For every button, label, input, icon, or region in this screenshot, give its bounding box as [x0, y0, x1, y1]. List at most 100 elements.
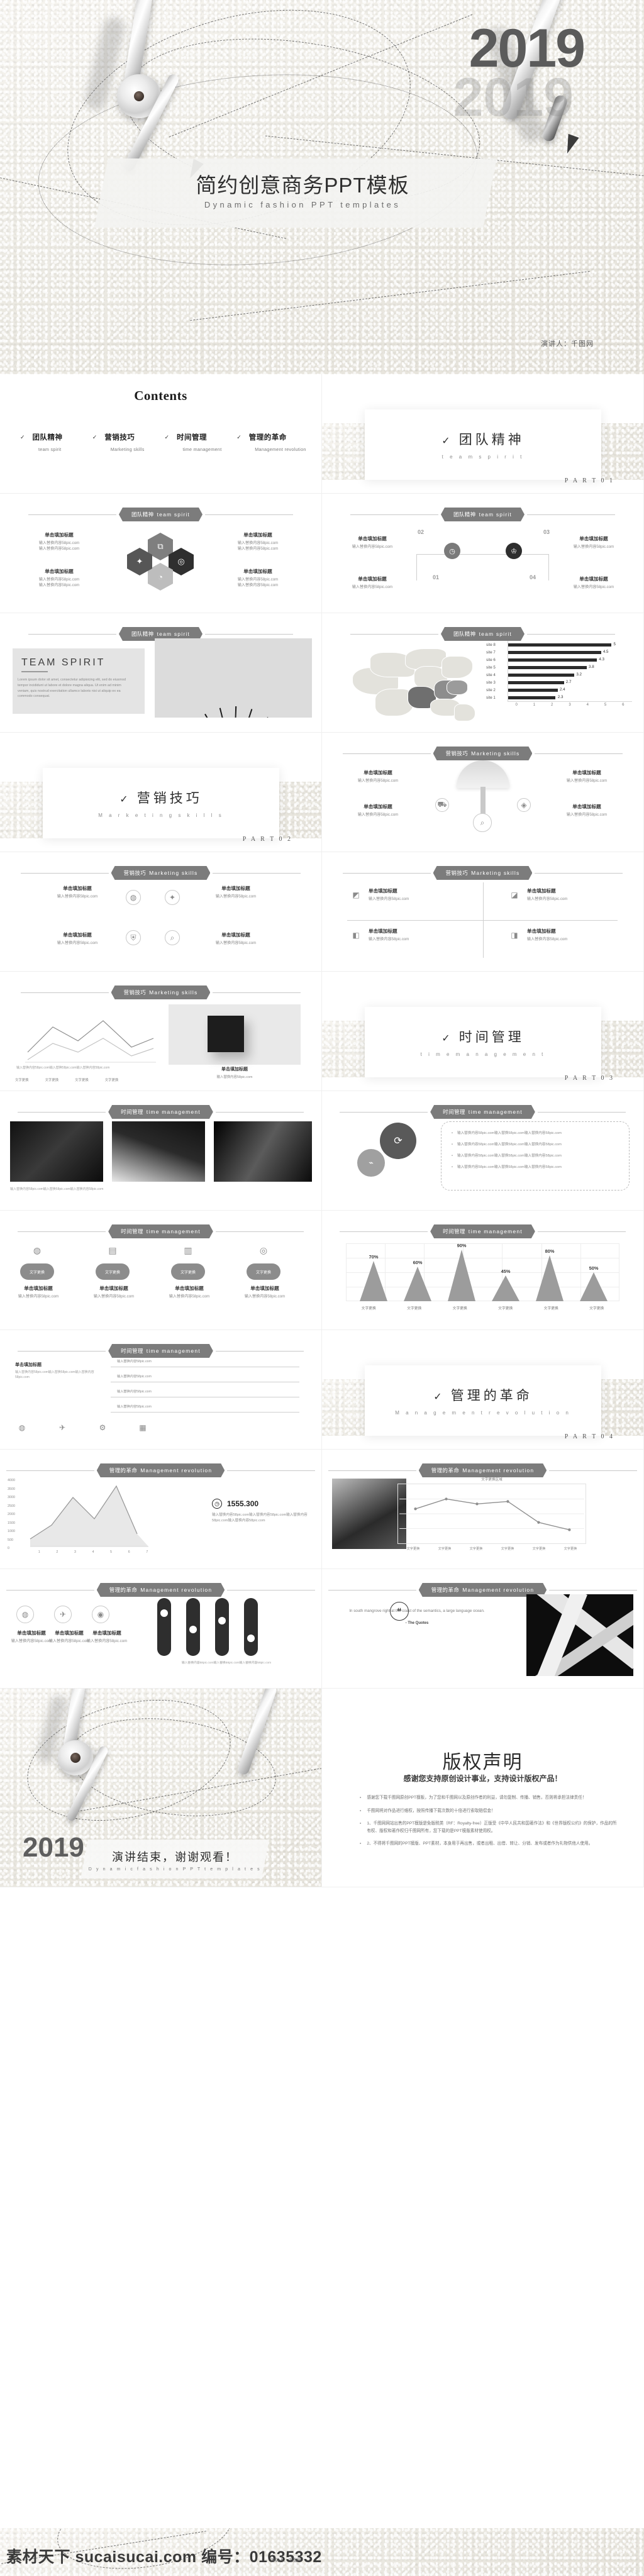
contents-item-label: 团队精神 — [32, 434, 63, 441]
plane-icon[interactable]: ✈ — [55, 1421, 69, 1435]
cart-icon[interactable]: ⛟ — [435, 798, 449, 812]
pill-button-1[interactable]: 文字更换 — [20, 1263, 54, 1280]
headset-icon[interactable]: ◎ — [255, 1242, 272, 1258]
china-map — [347, 645, 492, 725]
tag-rule — [28, 514, 116, 515]
tag-icon[interactable]: ◈ — [517, 798, 531, 812]
pill-button-2[interactable]: 文字更换 — [96, 1263, 130, 1280]
axis-label: 文字更换 — [543, 1307, 558, 1311]
slide-time-photos[interactable]: 时间管理 time management 输入替换内容58pic.com输入替换5… — [0, 1091, 322, 1211]
slide-contents[interactable]: Contents ✓ 团队精神 team spirit ✓ 营销技巧 Marketi… — [0, 374, 322, 494]
axis-tick: 2 — [551, 703, 553, 707]
contents-item[interactable]: ✓ 时间管理 time management — [164, 432, 237, 453]
tag-label-cn: 管理的革命 — [431, 1467, 460, 1474]
slider-track-1[interactable] — [157, 1598, 171, 1656]
slide-revolution-kpi[interactable]: 管理的革命 Management revolution 4000 3500 300… — [0, 1450, 322, 1569]
slide-time-mountain-chart[interactable]: 时间管理 time management 70% 60% 90% 45% 80%… — [322, 1211, 644, 1330]
section-subtitle: M a n a g e m e n t r e v o l u t i o n — [395, 1410, 571, 1416]
quad-icon-3[interactable]: ◧ — [350, 929, 362, 941]
bar-value: 2.3 — [557, 695, 564, 699]
slide-team-process[interactable]: 团队精神 team spirit ◷ ♔ 02 03 01 04 单击填加标题 输… — [322, 494, 644, 613]
check-icon: ✓ — [433, 1392, 445, 1402]
team-spirit-body: Lorem ipsum dolor sit amet, consectetur … — [18, 678, 126, 699]
map-region — [441, 656, 473, 679]
slide-revolution-pills[interactable]: 管理的革命 Management revolution ◍ ✈ ◉ 单击填加标题 … — [0, 1569, 322, 1689]
bulb-icon[interactable]: ◍ — [15, 1421, 29, 1435]
compass-icon[interactable]: ◉ — [92, 1606, 109, 1623]
slide-marketing-quadrants[interactable]: 营销技巧 Marketing skills ◩ ◪ ◧ ◨ 单击填加标题 输入替换… — [322, 852, 644, 972]
bulb-icon[interactable]: ◍ — [126, 890, 141, 905]
process-icon-2[interactable]: ♔ — [506, 543, 522, 559]
quad-icon-1[interactable]: ◩ — [350, 889, 362, 901]
slide-marketing-linechart[interactable]: 营销技巧 Marketing skills 输入替换内容58pic.com输入替换… — [0, 972, 322, 1091]
tag-label-en: Marketing skills — [149, 989, 198, 996]
tag-label-cn: 管理的革命 — [109, 1587, 138, 1593]
quad-icon-4[interactable]: ◨ — [508, 929, 521, 941]
book-icon[interactable]: ▤ — [104, 1242, 121, 1258]
tag-rule — [215, 1350, 304, 1352]
slide-team-spirit-detail[interactable]: 团队精神 team spirit TEAM SPIRIT Lorem ipsum … — [0, 613, 322, 733]
slide-tag: 管理的革命 Management revolution — [322, 1463, 643, 1477]
contents-item[interactable]: ✓ 管理的革命 Management revolution — [236, 432, 309, 453]
slide-marketing-parachute[interactable]: 营销技巧 Marketing skills ⌕ ⛟ ◈ 单击填加标题 输入替换内容… — [322, 733, 644, 852]
quad-icon-2[interactable]: ◪ — [508, 889, 521, 901]
slide-thanks[interactable]: 2019 演讲结束，谢谢观看！ D y n a m i c f a s h i … — [0, 1689, 322, 1887]
slide-revolution-quote[interactable]: 管理的革命 Management revolution ❝ In south ma… — [322, 1569, 644, 1689]
cover-presenter: 演讲人：千图网 — [541, 340, 594, 348]
slide-map-bar-chart[interactable]: 团队精神 team spirit site 8 5 site 7 4.5 sit… — [322, 613, 644, 733]
star-icon[interactable]: ✦ — [165, 890, 180, 905]
shield-icon[interactable]: ⛨ — [126, 930, 141, 945]
tag-rule — [18, 1111, 106, 1113]
bulb-icon[interactable]: ◍ — [16, 1606, 34, 1623]
slider-track-2[interactable] — [186, 1598, 200, 1656]
slider-track-4[interactable] — [244, 1598, 258, 1656]
block-title: 单击填加标题 — [221, 886, 250, 891]
pill-button-3[interactable]: 文字更换 — [171, 1263, 205, 1280]
check-icon: ✓ — [164, 433, 170, 440]
contents-item[interactable]: ✓ 团队精神 team spirit — [20, 432, 92, 453]
slider-track-3[interactable] — [215, 1598, 229, 1656]
pill-button-4[interactable]: 文字更换 — [247, 1263, 280, 1280]
slide-tag: 营销技巧 Marketing skills — [322, 747, 643, 760]
bar-row: site 3 2.7 — [486, 679, 632, 686]
tag-rule — [215, 1231, 304, 1232]
slide-section-03[interactable]: ✓ 时间管理 t i m e m a n a g e m e n t P A R … — [322, 972, 644, 1091]
slide-section-01[interactable]: ✓ 团队精神 t e a m s p i r i t P A R T 0 1 — [322, 374, 644, 494]
slide-time-icon-buttons[interactable]: 时间管理 time management ◍ ▤ ▥ ◎ 文字更换 文字更换 文字… — [0, 1211, 322, 1330]
mini-line-chart — [25, 1020, 156, 1063]
slide-team-hexagons[interactable]: 团队精神 team spirit ⧉ ◎ ◔ ✦ 单击填加标题 输入替换内容58p… — [0, 494, 322, 613]
block-line: 输入替换内容58pic.com — [38, 547, 80, 552]
slide-marketing-icons[interactable]: 营销技巧 Marketing skills 单击填加标题 输入替换内容58pic.… — [0, 852, 322, 972]
building-icon[interactable]: ▥ — [180, 1242, 196, 1258]
axis-tick: 1000 — [8, 1530, 15, 1533]
slide-revolution-photo-chart[interactable]: 管理的革命 Management revolution 文字更换区域 文字更换 … — [322, 1450, 644, 1569]
text-block: 单击填加标题 输入替换内容58pic.com — [30, 885, 125, 899]
contents-item[interactable]: ✓ 营销技巧 Marketing skills — [92, 432, 165, 453]
tag-rule — [350, 633, 438, 635]
copyright-title: 版权声明 — [442, 1752, 523, 1773]
mountain-value: 50% — [589, 1265, 599, 1271]
search-icon[interactable]: ⌕ — [473, 813, 492, 832]
slide-time-timeline[interactable]: 时间管理 time management 单击填加标题 输入替换内容58pic.c… — [0, 1330, 322, 1450]
slide-section-02[interactable]: ✓ 营销技巧 M a r k e t i n g s k i l l s P A … — [0, 733, 322, 852]
connector — [416, 554, 417, 580]
slide-section-04[interactable]: ✓ 管理的革命 M a n a g e m e n t r e v o l u t… — [322, 1330, 644, 1450]
process-icon-1[interactable]: ◷ — [444, 543, 460, 559]
block-line: 输入替换内容58pic.com — [573, 585, 614, 589]
plane-icon[interactable]: ✈ — [54, 1606, 72, 1623]
section-title: ✓ 时间管理 — [441, 1027, 524, 1046]
tag-label-cn: 团队精神 — [131, 511, 154, 518]
bullet-dot: • — [360, 1841, 362, 1846]
slide-time-gears[interactable]: 时间管理 time management ⟳ ⌁ • 输入替换内容58pic.com… — [322, 1091, 644, 1211]
bullet-item: • 输入替换内容58pic.com输入替换58pic.com输入替换内容58pic… — [452, 1131, 619, 1136]
bulb-icon[interactable]: ◍ — [29, 1242, 45, 1258]
chart-icon[interactable]: ▦ — [136, 1421, 150, 1435]
tag-rule — [537, 1231, 626, 1232]
block-title: 单击填加标题 — [358, 576, 387, 582]
axis-label: 文字更换 — [469, 1547, 483, 1551]
bar-value: 5 — [613, 642, 616, 647]
bullet-dot: • — [452, 1142, 453, 1146]
gear-icon[interactable]: ⚙ — [96, 1421, 109, 1435]
slide-copyright[interactable]: 版权声明 感谢您支持原创设计事业，支持设计版权产品！ • 感谢您下载千图网原创PP… — [322, 1689, 644, 1887]
search-icon[interactable]: ⌕ — [165, 930, 180, 945]
